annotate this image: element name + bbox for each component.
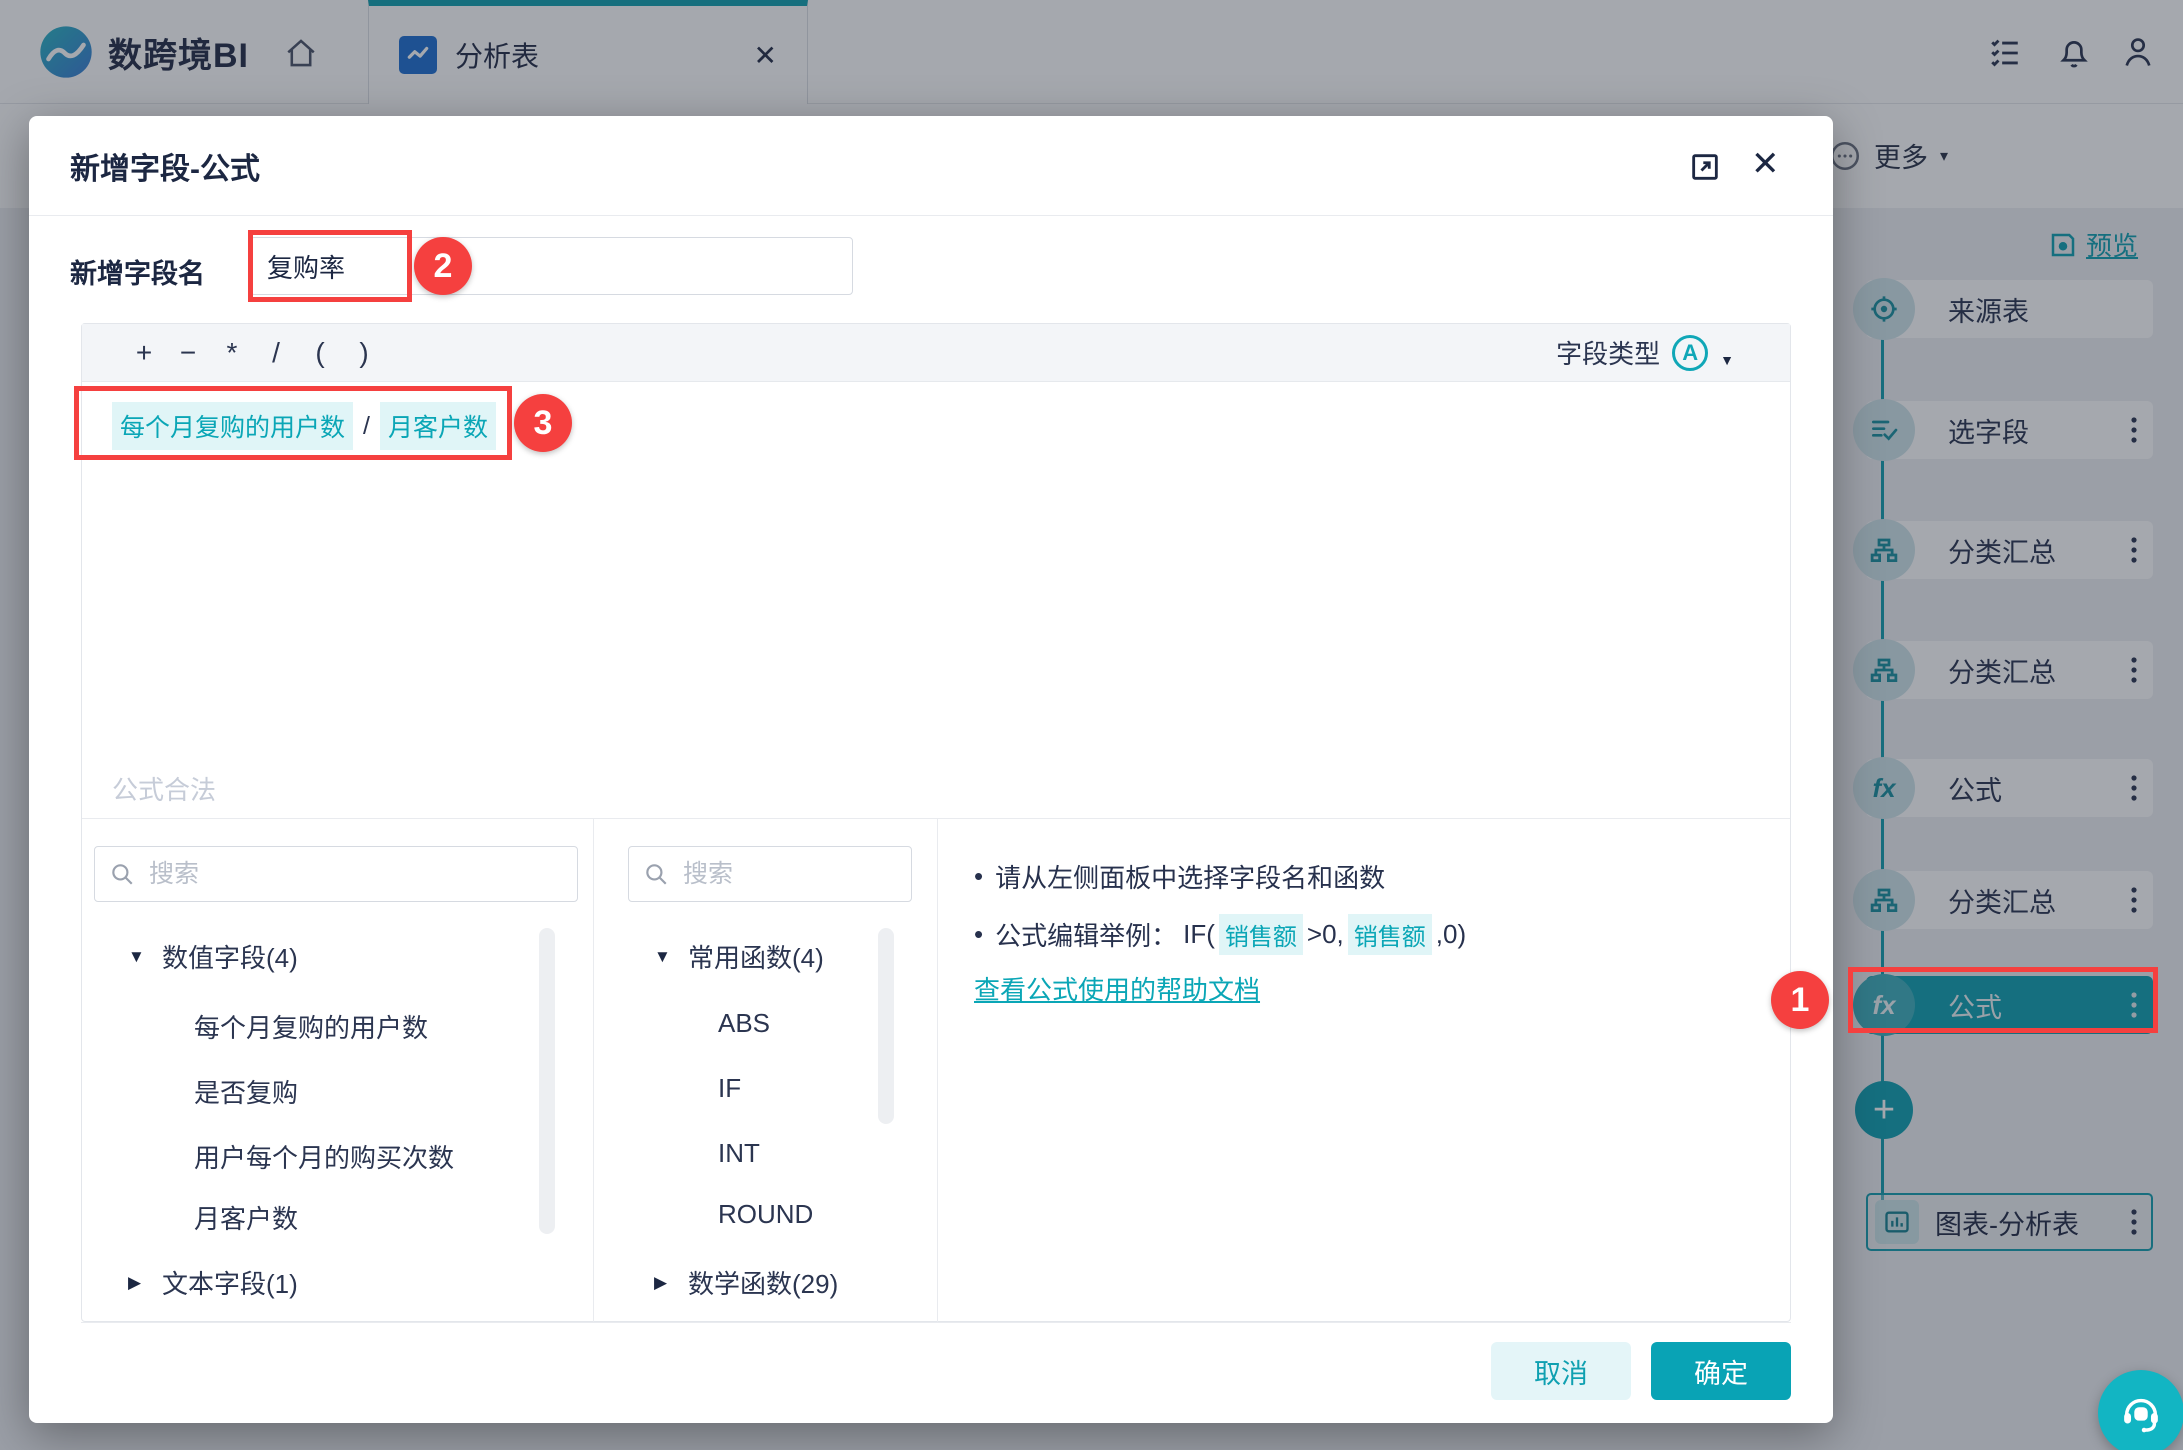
formula-editor: + − * / ( ) 字段类型 A ▼ 每个月复购的用户数 / 月客户数 公式… (81, 323, 1791, 1322)
field-item[interactable]: 用户每个月的购买次数 (194, 1138, 454, 1175)
modal-title: 新增字段-公式 (70, 152, 260, 186)
function-item[interactable]: ROUND (718, 1199, 813, 1230)
operator-close-paren-button[interactable]: ) (342, 337, 386, 369)
modal-header: 新增字段-公式 ✕ (29, 116, 1833, 216)
example-token: 销售额 (1218, 914, 1303, 955)
operator-multiply-button[interactable]: * (210, 337, 254, 369)
field-name-label: 新增字段名 (70, 259, 205, 289)
annotation-number-1: 1 (1771, 971, 1829, 1029)
search-icon (109, 861, 135, 887)
search-icon (643, 861, 669, 887)
functions-section-common[interactable]: ▼ 常用函数(4) (654, 938, 824, 975)
field-item[interactable]: 每个月复购的用户数 (194, 1008, 428, 1045)
annotation-box-field-name (248, 230, 412, 302)
column-divider (593, 818, 594, 1322)
annotation-number-3: 3 (514, 394, 572, 452)
operator-open-paren-button[interactable]: ( (298, 337, 342, 369)
functions-search-box[interactable] (628, 846, 912, 902)
editor-divider (82, 818, 1790, 819)
collapse-arrow-icon[interactable]: ▶ (128, 1273, 162, 1293)
annotation-box-formula (74, 386, 512, 460)
close-modal-icon[interactable]: ✕ (1751, 144, 1780, 184)
field-type-caret-icon: ▼ (1720, 351, 1734, 368)
fields-section-numeric[interactable]: ▼ 数值字段(4) (128, 938, 298, 975)
tip-line-2: • 公式编辑举例： IF( 销售额 >0, 销售额 ,0) (974, 914, 1466, 955)
functions-section-math[interactable]: ▶ 数学函数(29) (654, 1264, 838, 1301)
confirm-button[interactable]: 确定 (1651, 1342, 1791, 1400)
operator-divide-button[interactable]: / (254, 337, 298, 369)
field-type-a-badge-icon: A (1672, 334, 1709, 371)
expand-arrow-icon[interactable]: ▼ (654, 947, 688, 967)
fields-search-input[interactable] (147, 858, 563, 890)
fields-section-text[interactable]: ▶ 文本字段(1) (128, 1264, 298, 1301)
operator-toolbar: + − * / ( ) 字段类型 A ▼ (82, 324, 1790, 382)
tip-line-1: • 请从左侧面板中选择字段名和函数 (974, 861, 1386, 893)
app-screen: 数跨境BI 分析表 ✕ 更多 ▾ 预览 来源表 选字段 分类汇总 分类汇总 公式… (0, 0, 2183, 1450)
example-token: 销售额 (1347, 914, 1432, 955)
fields-scrollbar[interactable] (539, 928, 555, 1234)
function-item[interactable]: ABS (718, 1008, 770, 1039)
function-item[interactable]: IF (718, 1073, 741, 1104)
field-item[interactable]: 是否复购 (194, 1073, 298, 1110)
field-item[interactable]: 月客户数 (194, 1199, 298, 1236)
formula-help-link[interactable]: 查看公式使用的帮助文档 (974, 970, 1260, 1007)
annotation-box-formula-step (1848, 967, 2158, 1033)
functions-scrollbar[interactable] (878, 928, 894, 1124)
formula-valid-status: 公式合法 (112, 775, 217, 805)
functions-search-input[interactable] (681, 858, 897, 890)
footer-divider (81, 1322, 1791, 1323)
headset-icon (2118, 1390, 2164, 1436)
field-type-label: 字段类型 (1556, 339, 1661, 369)
expand-window-icon[interactable] (1688, 150, 1722, 184)
operator-minus-button[interactable]: − (166, 337, 210, 369)
add-field-formula-modal: 新增字段-公式 ✕ 新增字段名 + − * / ( ) 字段类型 A (29, 116, 1833, 1423)
operator-plus-button[interactable]: + (122, 337, 166, 369)
annotation-number-2: 2 (414, 237, 472, 295)
cancel-button[interactable]: 取消 (1491, 1342, 1631, 1400)
column-divider (937, 818, 938, 1322)
customer-support-chat-button[interactable] (2098, 1370, 2183, 1450)
fields-search-box[interactable] (94, 846, 578, 902)
expand-arrow-icon[interactable]: ▼ (128, 947, 162, 967)
field-type-control[interactable]: 字段类型 A ▼ (1556, 334, 1734, 371)
function-item[interactable]: INT (718, 1138, 760, 1169)
collapse-arrow-icon[interactable]: ▶ (654, 1273, 688, 1293)
